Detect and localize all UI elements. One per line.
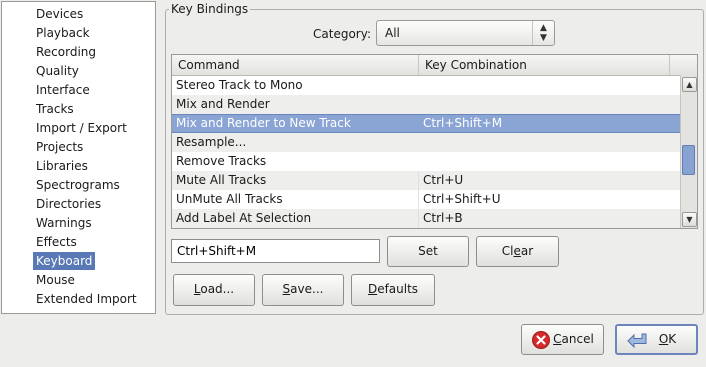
cancel-button-label: ancel — [561, 332, 594, 346]
table-row[interactable]: Add Label At Selection Ctrl+B — [172, 209, 680, 228]
table-row[interactable]: Mix and Render to New Track Ctrl+Shift+M — [172, 114, 680, 133]
command-cell: Stereo Track to Mono — [176, 78, 303, 92]
sidebar-item-extended-import[interactable]: Extended Import — [33, 290, 140, 308]
cancel-icon — [532, 331, 550, 349]
set-button[interactable]: Set — [387, 236, 469, 267]
table-row[interactable]: Mix and Render — [172, 95, 680, 114]
sidebar-item-quality[interactable]: Quality — [33, 62, 82, 80]
up-down-arrows-icon: ▲ ▼ — [532, 21, 554, 45]
load-button[interactable]: Load... — [173, 274, 255, 306]
scroll-up-icon[interactable]: ▲ — [682, 77, 697, 92]
preferences-category-tree[interactable]: Devices Playback Recording Quality Interface… — [1, 1, 156, 314]
clear-button-mnemonic: e — [513, 244, 521, 258]
vertical-scrollbar[interactable]: ▲ ▼ — [680, 75, 697, 228]
sidebar-item-mouse[interactable]: Mouse — [33, 271, 78, 289]
sidebar-item-effects[interactable]: Effects — [33, 233, 80, 251]
sidebar-item-interface[interactable]: Interface — [33, 81, 93, 99]
category-value: All — [385, 26, 400, 40]
list-header: Command Key Combination — [172, 55, 697, 76]
key-combination-cell: Ctrl+B — [418, 209, 685, 228]
scroll-down-icon[interactable]: ▼ — [682, 212, 697, 227]
sidebar-item-directories[interactable]: Directories — [33, 195, 104, 213]
table-row[interactable]: Remove Tracks — [172, 152, 680, 171]
ok-button-mnemonic: O — [658, 332, 669, 346]
table-row[interactable]: UnMute All Tracks Ctrl+Shift+U — [172, 190, 680, 209]
sidebar-item-warnings[interactable]: Warnings — [33, 214, 95, 232]
command-cell: Add Label At Selection — [176, 211, 312, 225]
key-bindings-title: Key Bindings — [169, 2, 251, 16]
command-cell: Mix and Render — [176, 97, 270, 111]
load-button-label: oad... — [200, 282, 235, 296]
sidebar-item-keyboard[interactable]: Keyboard — [33, 252, 96, 270]
command-cell: Mute All Tracks — [176, 173, 267, 187]
defaults-button-label: efaults — [377, 282, 419, 296]
command-cell: Resample... — [176, 135, 247, 149]
column-header-command[interactable]: Command — [172, 55, 419, 75]
sidebar-item-tracks[interactable]: Tracks — [33, 100, 77, 118]
ok-button[interactable]: OK — [615, 324, 698, 355]
defaults-button-mnemonic: D — [367, 282, 378, 296]
cancel-button-mnemonic: C — [553, 332, 562, 346]
ok-arrow-icon — [627, 333, 647, 349]
sidebar-item-libraries[interactable]: Libraries — [33, 157, 91, 175]
cancel-button[interactable]: Cancel — [521, 324, 604, 355]
key-combination-cell: Ctrl+U — [418, 171, 685, 190]
save-button-label: ave... — [290, 282, 324, 296]
sidebar-item-playback[interactable]: Playback — [33, 24, 93, 42]
column-header-key-combination[interactable]: Key Combination — [419, 55, 670, 75]
category-select[interactable]: All ▲ ▼ — [376, 20, 555, 46]
category-label: Category: — [313, 27, 371, 41]
key-combination-cell: Ctrl+Shift+U — [418, 190, 685, 209]
table-row[interactable]: Mute All Tracks Ctrl+U — [172, 171, 680, 190]
command-cell: Mix and Render to New Track — [176, 116, 351, 130]
clear-button[interactable]: Clear — [476, 236, 559, 267]
key-bindings-list[interactable]: Command Key Combination Stereo Track to … — [171, 54, 698, 229]
table-row[interactable]: Resample... — [172, 133, 680, 152]
key-combination-cell: Ctrl+Shift+M — [423, 116, 503, 130]
sidebar-item-projects[interactable]: Projects — [33, 138, 86, 156]
sidebar-item-spectrograms[interactable]: Spectrograms — [33, 176, 123, 194]
ok-button-label: K — [668, 332, 677, 346]
command-cell: UnMute All Tracks — [176, 192, 283, 206]
sidebar-item-devices[interactable]: Devices — [33, 5, 86, 23]
save-button[interactable]: Save... — [262, 274, 344, 306]
clear-button-label-start: Cl — [501, 244, 514, 258]
table-row[interactable]: Stereo Track to Mono — [172, 76, 680, 95]
key-combination-input[interactable] — [171, 239, 380, 263]
clear-button-label-end: ar — [520, 244, 534, 258]
sidebar-item-recording[interactable]: Recording — [33, 43, 99, 61]
set-button-label: Set — [418, 244, 438, 258]
defaults-button[interactable]: Defaults — [351, 274, 435, 306]
sidebar-item-import-export[interactable]: Import / Export — [33, 119, 130, 137]
scrollbar-thumb[interactable] — [682, 145, 695, 175]
command-cell: Remove Tracks — [176, 154, 267, 168]
